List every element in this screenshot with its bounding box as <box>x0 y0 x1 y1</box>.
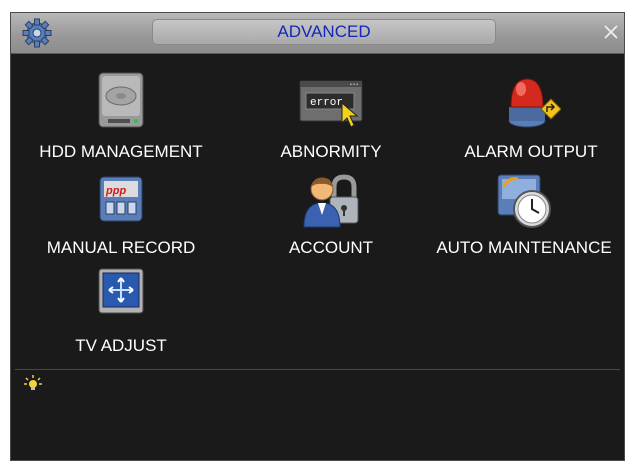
window-title: ADVANCED <box>277 22 371 41</box>
close-icon[interactable] <box>599 19 623 45</box>
menu-item-hdd-management[interactable]: HDD MANAGEMENT <box>21 69 221 165</box>
hint-divider <box>15 369 620 370</box>
title-pill: ADVANCED <box>152 19 496 45</box>
alarm-light-icon <box>508 78 561 128</box>
error-monitor-icon: • • • error <box>299 80 363 128</box>
menu-item-label: ACCOUNT <box>288 238 374 257</box>
menu-item-label: ALARM OUTPUT <box>464 142 598 161</box>
svg-text:• • •: • • • <box>350 82 358 88</box>
menu-item-manual-record[interactable]: ppp MANUAL RECORD <box>31 169 211 261</box>
hdd-icon <box>98 72 144 128</box>
title-bar: ADVANCED <box>11 13 624 54</box>
lightbulb-icon <box>24 375 42 390</box>
menu-item-label: MANUAL RECORD <box>46 238 196 257</box>
advanced-window: ADVANCED HDD MANAGEMENT • • • error ABNO… <box>10 12 625 461</box>
menu-item-abnormity[interactable]: • • • error ABNORMITY <box>251 69 411 165</box>
error-icon-text: error <box>310 97 343 109</box>
menu-item-label: TV ADJUST <box>75 336 167 355</box>
menu-item-label: HDD MANAGEMENT <box>39 142 203 161</box>
tv-screen-icon <box>98 268 144 314</box>
menu-item-auto-maintenance[interactable]: AUTO MAINTENANCE <box>425 169 623 261</box>
clock-maintenance-icon <box>497 174 551 228</box>
menu-item-tv-adjust[interactable]: TV ADJUST <box>41 265 201 357</box>
menu-item-label: ABNORMITY <box>280 142 382 161</box>
record-panel-icon: ppp <box>99 176 143 222</box>
gear-icon <box>22 18 52 48</box>
menu-item-account[interactable]: ACCOUNT <box>261 169 401 261</box>
menu-item-alarm-output[interactable]: ALARM OUTPUT <box>441 69 621 165</box>
user-lock-icon <box>303 174 359 228</box>
svg-text:ppp: ppp <box>105 185 126 197</box>
menu-item-label: AUTO MAINTENANCE <box>436 238 612 257</box>
